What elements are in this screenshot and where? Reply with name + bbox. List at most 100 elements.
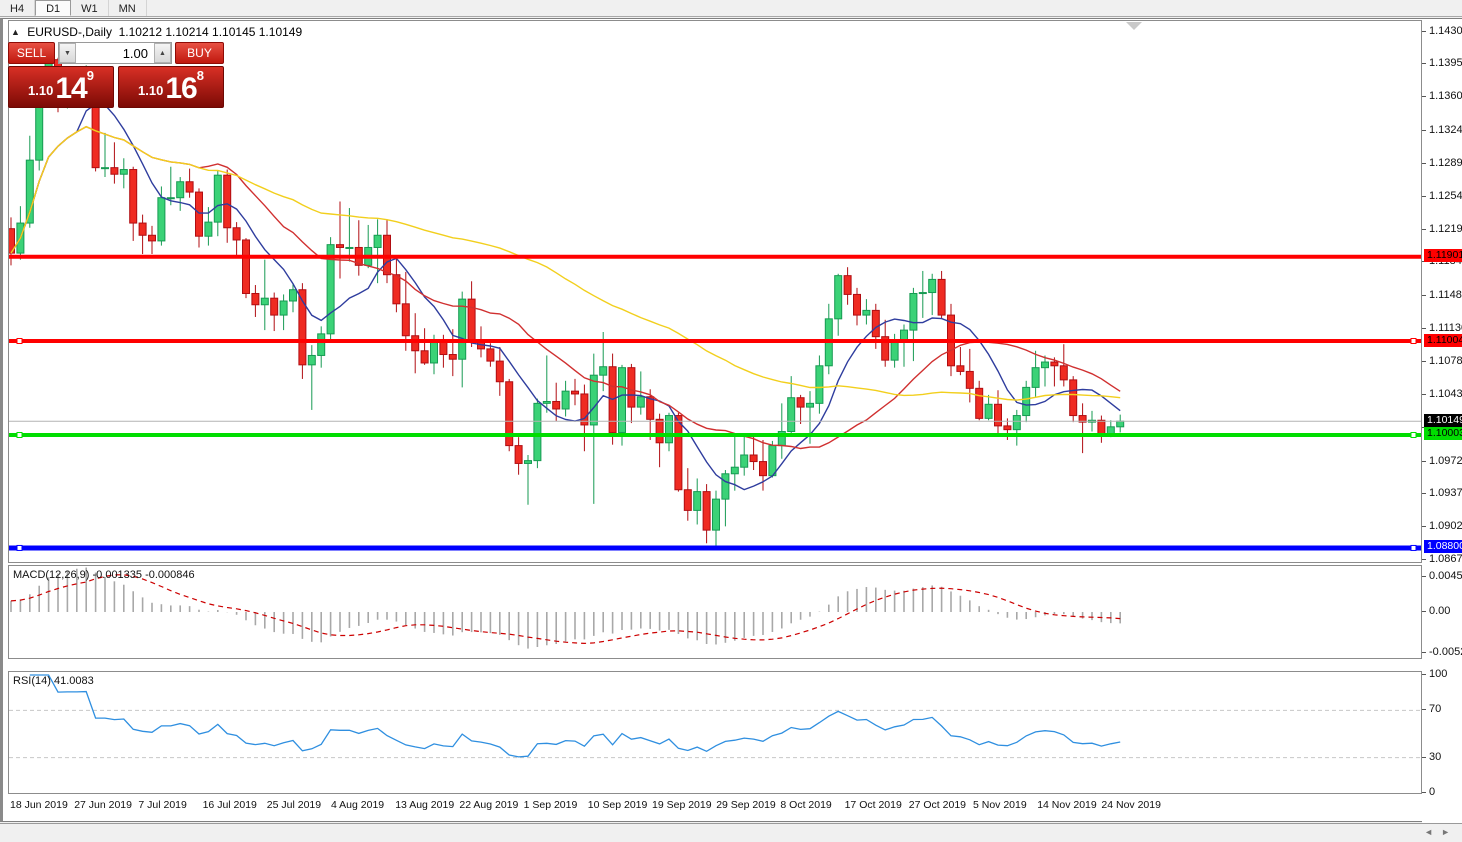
candle-body bbox=[374, 235, 381, 247]
buy-button[interactable]: BUY bbox=[175, 42, 224, 64]
candle-body bbox=[487, 349, 494, 361]
candle-body bbox=[760, 462, 767, 476]
sell-price-pips: 14 bbox=[55, 74, 86, 104]
candle-body bbox=[844, 276, 851, 295]
candle-body bbox=[459, 299, 466, 359]
chart-title: ▲ EURUSD-,Daily 1.10212 1.10214 1.10145 … bbox=[11, 25, 302, 39]
candle-body bbox=[421, 351, 428, 363]
level-line-handle[interactable] bbox=[1411, 545, 1416, 550]
chart-shift-marker[interactable] bbox=[1126, 22, 1142, 30]
price-axis-label: 1.09020 bbox=[1429, 520, 1462, 533]
date-axis-label: 13 Aug 2019 bbox=[395, 799, 454, 811]
candle-body bbox=[1013, 416, 1020, 430]
price-axis-label: 1.10430 bbox=[1429, 388, 1462, 401]
candle-body bbox=[149, 235, 156, 241]
rsi-indicator-pane[interactable] bbox=[8, 671, 1422, 794]
candle-body bbox=[562, 391, 569, 409]
tab-scroll-left-icon[interactable]: ◄ bbox=[1424, 827, 1441, 837]
volume-decrease-button[interactable]: ▼ bbox=[59, 43, 76, 63]
price-axis-label: 1.12890 bbox=[1429, 157, 1462, 170]
level-line-handle[interactable] bbox=[1411, 339, 1416, 344]
candle-body bbox=[628, 368, 635, 407]
candle-body bbox=[1117, 421, 1124, 427]
candle-body bbox=[863, 310, 870, 315]
candle-body bbox=[271, 298, 278, 315]
chart-collapse-icon[interactable]: ▲ bbox=[11, 27, 20, 37]
price-axis-tick bbox=[1422, 394, 1426, 395]
candle-body bbox=[346, 247, 353, 248]
candle-body bbox=[177, 182, 184, 198]
candle-body bbox=[1060, 366, 1067, 380]
candle-body bbox=[224, 175, 231, 228]
level-price-label: 1.11901 bbox=[1424, 249, 1462, 262]
macd-chart[interactable] bbox=[9, 566, 1421, 658]
candle-body bbox=[910, 293, 917, 330]
timeframe-button-mn[interactable]: MN bbox=[109, 0, 147, 16]
price-axis-label: 1.09370 bbox=[1429, 487, 1462, 500]
price-axis-tick bbox=[1422, 461, 1426, 462]
date-axis-label: 22 Aug 2019 bbox=[459, 799, 518, 811]
sell-price-point: 9 bbox=[87, 69, 94, 82]
candle-body bbox=[534, 403, 541, 460]
volume-increase-button[interactable]: ▲ bbox=[154, 43, 171, 63]
price-axis-label: 1.12540 bbox=[1429, 190, 1462, 203]
price-axis-tick bbox=[1422, 229, 1426, 230]
candle-body bbox=[111, 168, 118, 175]
date-axis-label: 10 Sep 2019 bbox=[588, 799, 648, 811]
macd-axis-tick bbox=[1422, 652, 1426, 653]
date-axis-label: 8 Oct 2019 bbox=[780, 799, 831, 811]
timeframe-button-h4[interactable]: H4 bbox=[0, 0, 35, 16]
price-axis-tick bbox=[1422, 196, 1426, 197]
price-axis-tick bbox=[1422, 130, 1426, 131]
buy-price-pips: 16 bbox=[165, 74, 196, 104]
macd-axis-tick bbox=[1422, 611, 1426, 612]
date-axis-label: 27 Oct 2019 bbox=[909, 799, 966, 811]
timeframe-button-d1[interactable]: D1 bbox=[35, 0, 71, 16]
price-axis-label: 1.13950 bbox=[1429, 57, 1462, 70]
macd-indicator-pane[interactable] bbox=[8, 565, 1422, 659]
level-line-handle[interactable] bbox=[1411, 432, 1416, 437]
date-axis: 18 Jun 201927 Jun 20197 Jul 201916 Jul 2… bbox=[8, 795, 1422, 814]
candle-body bbox=[590, 375, 597, 425]
volume-input[interactable] bbox=[76, 43, 154, 63]
sell-price-button[interactable]: 1.10 14 9 bbox=[8, 66, 114, 108]
candle-body bbox=[1098, 420, 1105, 434]
tab-scroll-arrows[interactable]: ◄► bbox=[1424, 827, 1458, 837]
candle-body bbox=[666, 416, 673, 443]
current-price-label: 1.10149 bbox=[1424, 414, 1462, 427]
rsi-axis-tick bbox=[1422, 757, 1426, 758]
rsi-chart[interactable] bbox=[9, 672, 1421, 793]
price-axis-tick bbox=[1422, 559, 1426, 560]
price-axis-label: 1.13600 bbox=[1429, 90, 1462, 103]
rsi-axis-label: 0 bbox=[1429, 786, 1435, 799]
price-axis-tick bbox=[1422, 96, 1426, 97]
candle-body bbox=[252, 293, 259, 304]
sell-button[interactable]: SELL bbox=[8, 42, 55, 64]
macd-values: -0.001335 -0.000846 bbox=[92, 569, 194, 581]
price-axis-tick bbox=[1422, 493, 1426, 494]
candle-body bbox=[769, 446, 776, 476]
timeframe-button-w1[interactable]: W1 bbox=[71, 0, 109, 16]
price-axis-tick bbox=[1422, 63, 1426, 64]
candle-body bbox=[308, 355, 315, 364]
buy-price-button[interactable]: 1.10 16 8 bbox=[118, 66, 224, 108]
level-line-handle[interactable] bbox=[17, 339, 22, 344]
chart-quote-ohlc: 1.10212 1.10214 1.10145 1.10149 bbox=[119, 25, 303, 39]
candle-body bbox=[205, 222, 212, 236]
rsi-axis-tick bbox=[1422, 792, 1426, 793]
tab-scroll-right-icon[interactable]: ► bbox=[1441, 827, 1458, 837]
candle-body bbox=[572, 391, 579, 394]
candle-body bbox=[872, 310, 879, 336]
candle-body bbox=[750, 455, 757, 462]
price-axis-label: 1.11480 bbox=[1429, 289, 1462, 302]
level-line-handle[interactable] bbox=[17, 432, 22, 437]
rsi-value: 41.0083 bbox=[54, 675, 94, 687]
price-axis-tick bbox=[1422, 31, 1426, 32]
candle-body bbox=[1070, 380, 1077, 416]
candle-body bbox=[139, 223, 146, 235]
one-click-trading-panel: SELL ▼ ▲ BUY 1.10 14 9 1.10 16 8 bbox=[8, 42, 224, 108]
rsi-axis-label: 70 bbox=[1429, 703, 1441, 716]
level-line-handle[interactable] bbox=[17, 545, 22, 550]
candle-body bbox=[214, 175, 221, 222]
candle-body bbox=[619, 368, 626, 433]
